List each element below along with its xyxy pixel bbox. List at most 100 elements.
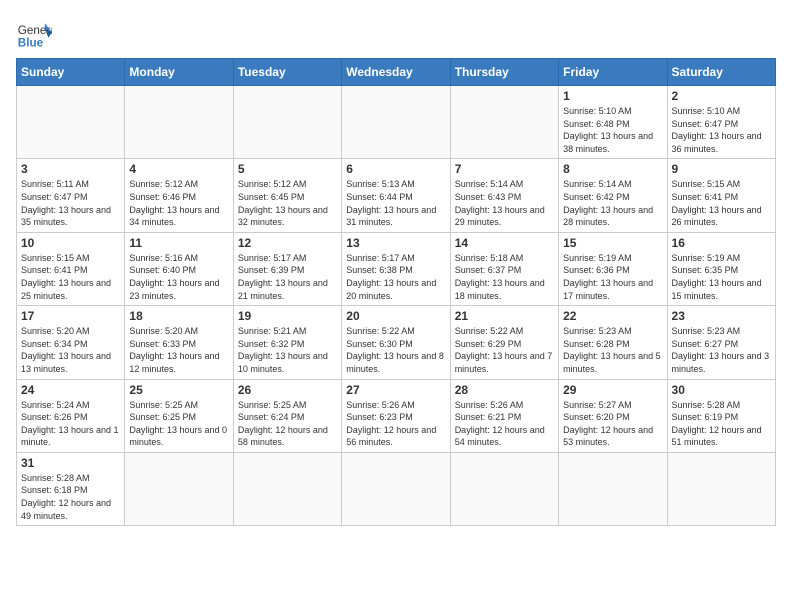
day-number: 8 <box>563 162 662 176</box>
day-number: 6 <box>346 162 445 176</box>
day-info: Sunrise: 5:10 AM Sunset: 6:47 PM Dayligh… <box>672 105 771 155</box>
calendar-cell: 16 Sunrise: 5:19 AM Sunset: 6:35 PM Dayli… <box>667 232 775 305</box>
calendar-cell <box>233 452 341 525</box>
day-number: 13 <box>346 236 445 250</box>
day-info: Sunrise: 5:21 AM Sunset: 6:32 PM Dayligh… <box>238 325 337 375</box>
calendar-cell <box>342 86 450 159</box>
logo: General Blue <box>16 16 52 52</box>
day-info: Sunrise: 5:15 AM Sunset: 6:41 PM Dayligh… <box>21 252 120 302</box>
weekday-header-row: SundayMondayTuesdayWednesdayThursdayFrid… <box>17 59 776 86</box>
day-info: Sunrise: 5:20 AM Sunset: 6:34 PM Dayligh… <box>21 325 120 375</box>
calendar-cell: 20 Sunrise: 5:22 AM Sunset: 6:30 PM Dayli… <box>342 306 450 379</box>
calendar-cell: 31Sunrise: 5:28 AM Sunset: 6:18 PM Dayli… <box>17 452 125 525</box>
day-info: Sunrise: 5:12 AM Sunset: 6:46 PM Dayligh… <box>129 178 228 228</box>
logo-icon: General Blue <box>16 16 52 52</box>
week-row-3: 17 Sunrise: 5:20 AM Sunset: 6:34 PM Dayli… <box>17 306 776 379</box>
calendar-cell: 15 Sunrise: 5:19 AM Sunset: 6:36 PM Dayli… <box>559 232 667 305</box>
weekday-header-monday: Monday <box>125 59 233 86</box>
week-row-0: 1Sunrise: 5:10 AM Sunset: 6:48 PM Daylig… <box>17 86 776 159</box>
day-number: 15 <box>563 236 662 250</box>
calendar-cell: 10Sunrise: 5:15 AM Sunset: 6:41 PM Dayli… <box>17 232 125 305</box>
calendar: SundayMondayTuesdayWednesdayThursdayFrid… <box>16 58 776 526</box>
day-number: 30 <box>672 383 771 397</box>
calendar-cell: 30 Sunrise: 5:28 AM Sunset: 6:19 PM Dayli… <box>667 379 775 452</box>
calendar-cell: 3Sunrise: 5:11 AM Sunset: 6:47 PM Daylig… <box>17 159 125 232</box>
weekday-header-thursday: Thursday <box>450 59 558 86</box>
day-info: Sunrise: 5:26 AM Sunset: 6:21 PM Dayligh… <box>455 399 554 449</box>
day-number: 20 <box>346 309 445 323</box>
calendar-cell <box>667 452 775 525</box>
day-number: 11 <box>129 236 228 250</box>
day-number: 25 <box>129 383 228 397</box>
day-info: Sunrise: 5:23 AM Sunset: 6:28 PM Dayligh… <box>563 325 662 375</box>
day-info: Sunrise: 5:12 AM Sunset: 6:45 PM Dayligh… <box>238 178 337 228</box>
weekday-header-wednesday: Wednesday <box>342 59 450 86</box>
day-info: Sunrise: 5:20 AM Sunset: 6:33 PM Dayligh… <box>129 325 228 375</box>
calendar-cell: 13 Sunrise: 5:17 AM Sunset: 6:38 PM Dayli… <box>342 232 450 305</box>
day-info: Sunrise: 5:13 AM Sunset: 6:44 PM Dayligh… <box>346 178 445 228</box>
day-number: 9 <box>672 162 771 176</box>
calendar-cell: 1Sunrise: 5:10 AM Sunset: 6:48 PM Daylig… <box>559 86 667 159</box>
calendar-cell: 11 Sunrise: 5:16 AM Sunset: 6:40 PM Dayli… <box>125 232 233 305</box>
calendar-cell: 7 Sunrise: 5:14 AM Sunset: 6:43 PM Daylig… <box>450 159 558 232</box>
day-number: 21 <box>455 309 554 323</box>
calendar-cell: 26Sunrise: 5:25 AM Sunset: 6:24 PM Dayli… <box>233 379 341 452</box>
calendar-cell: 25 Sunrise: 5:25 AM Sunset: 6:25 PM Dayli… <box>125 379 233 452</box>
day-info: Sunrise: 5:19 AM Sunset: 6:36 PM Dayligh… <box>563 252 662 302</box>
calendar-cell <box>450 452 558 525</box>
calendar-cell: 23 Sunrise: 5:23 AM Sunset: 6:27 PM Dayli… <box>667 306 775 379</box>
calendar-cell: 12Sunrise: 5:17 AM Sunset: 6:39 PM Dayli… <box>233 232 341 305</box>
weekday-header-sunday: Sunday <box>17 59 125 86</box>
day-number: 18 <box>129 309 228 323</box>
day-number: 24 <box>21 383 120 397</box>
week-row-2: 10Sunrise: 5:15 AM Sunset: 6:41 PM Dayli… <box>17 232 776 305</box>
calendar-cell: 8Sunrise: 5:14 AM Sunset: 6:42 PM Daylig… <box>559 159 667 232</box>
calendar-cell <box>342 452 450 525</box>
calendar-cell: 21 Sunrise: 5:22 AM Sunset: 6:29 PM Dayli… <box>450 306 558 379</box>
day-info: Sunrise: 5:28 AM Sunset: 6:18 PM Dayligh… <box>21 472 120 522</box>
day-info: Sunrise: 5:22 AM Sunset: 6:29 PM Dayligh… <box>455 325 554 375</box>
day-info: Sunrise: 5:27 AM Sunset: 6:20 PM Dayligh… <box>563 399 662 449</box>
calendar-cell <box>17 86 125 159</box>
day-number: 23 <box>672 309 771 323</box>
day-number: 16 <box>672 236 771 250</box>
day-info: Sunrise: 5:25 AM Sunset: 6:25 PM Dayligh… <box>129 399 228 449</box>
day-info: Sunrise: 5:23 AM Sunset: 6:27 PM Dayligh… <box>672 325 771 375</box>
day-info: Sunrise: 5:11 AM Sunset: 6:47 PM Dayligh… <box>21 178 120 228</box>
week-row-1: 3Sunrise: 5:11 AM Sunset: 6:47 PM Daylig… <box>17 159 776 232</box>
day-info: Sunrise: 5:14 AM Sunset: 6:43 PM Dayligh… <box>455 178 554 228</box>
calendar-cell: 18 Sunrise: 5:20 AM Sunset: 6:33 PM Dayli… <box>125 306 233 379</box>
day-number: 17 <box>21 309 120 323</box>
calendar-cell <box>233 86 341 159</box>
day-number: 28 <box>455 383 554 397</box>
day-info: Sunrise: 5:16 AM Sunset: 6:40 PM Dayligh… <box>129 252 228 302</box>
day-info: Sunrise: 5:17 AM Sunset: 6:38 PM Dayligh… <box>346 252 445 302</box>
day-number: 2 <box>672 89 771 103</box>
day-info: Sunrise: 5:22 AM Sunset: 6:30 PM Dayligh… <box>346 325 445 375</box>
day-info: Sunrise: 5:10 AM Sunset: 6:48 PM Dayligh… <box>563 105 662 155</box>
day-number: 19 <box>238 309 337 323</box>
calendar-cell: 14 Sunrise: 5:18 AM Sunset: 6:37 PM Dayli… <box>450 232 558 305</box>
weekday-header-friday: Friday <box>559 59 667 86</box>
calendar-cell: 9Sunrise: 5:15 AM Sunset: 6:41 PM Daylig… <box>667 159 775 232</box>
day-info: Sunrise: 5:17 AM Sunset: 6:39 PM Dayligh… <box>238 252 337 302</box>
day-number: 29 <box>563 383 662 397</box>
day-info: Sunrise: 5:19 AM Sunset: 6:35 PM Dayligh… <box>672 252 771 302</box>
calendar-cell: 22Sunrise: 5:23 AM Sunset: 6:28 PM Dayli… <box>559 306 667 379</box>
day-number: 14 <box>455 236 554 250</box>
day-number: 7 <box>455 162 554 176</box>
day-info: Sunrise: 5:28 AM Sunset: 6:19 PM Dayligh… <box>672 399 771 449</box>
calendar-cell <box>125 452 233 525</box>
calendar-cell <box>125 86 233 159</box>
calendar-cell: 6 Sunrise: 5:13 AM Sunset: 6:44 PM Daylig… <box>342 159 450 232</box>
calendar-cell <box>450 86 558 159</box>
day-number: 5 <box>238 162 337 176</box>
calendar-cell: 2 Sunrise: 5:10 AM Sunset: 6:47 PM Daylig… <box>667 86 775 159</box>
day-info: Sunrise: 5:25 AM Sunset: 6:24 PM Dayligh… <box>238 399 337 449</box>
day-number: 4 <box>129 162 228 176</box>
day-info: Sunrise: 5:18 AM Sunset: 6:37 PM Dayligh… <box>455 252 554 302</box>
weekday-header-tuesday: Tuesday <box>233 59 341 86</box>
week-row-4: 24Sunrise: 5:24 AM Sunset: 6:26 PM Dayli… <box>17 379 776 452</box>
calendar-cell <box>559 452 667 525</box>
calendar-cell: 5 Sunrise: 5:12 AM Sunset: 6:45 PM Daylig… <box>233 159 341 232</box>
